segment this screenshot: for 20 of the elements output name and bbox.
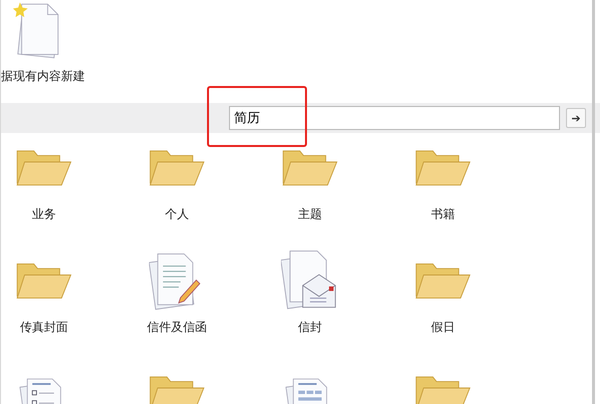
scrollbar[interactable] xyxy=(592,0,595,404)
template-label[interactable]: 信封 xyxy=(298,321,322,333)
folder-icon xyxy=(16,263,72,299)
search-field[interactable]: 简历 xyxy=(229,106,560,130)
folder-icon xyxy=(415,150,471,186)
folder-icon xyxy=(415,263,471,299)
template-label[interactable]: 传真封面 xyxy=(20,321,68,333)
template-label[interactable]: 书籍 xyxy=(431,208,455,220)
folder-icon xyxy=(16,150,72,186)
template-label[interactable]: 假日 xyxy=(431,321,455,333)
template-label: 据现有内容新建 xyxy=(1,70,85,82)
go-button[interactable]: ➔ xyxy=(566,108,586,128)
template-label[interactable]: 业务 xyxy=(32,208,56,220)
template-label[interactable]: 主题 xyxy=(298,208,322,220)
folder-icon xyxy=(415,376,471,404)
template-label[interactable]: 个人 xyxy=(165,208,189,220)
folder-icon xyxy=(149,376,205,404)
folder-icon xyxy=(149,150,205,186)
folder-icon xyxy=(282,150,338,186)
template-label[interactable]: 信件及信函 xyxy=(147,321,207,333)
